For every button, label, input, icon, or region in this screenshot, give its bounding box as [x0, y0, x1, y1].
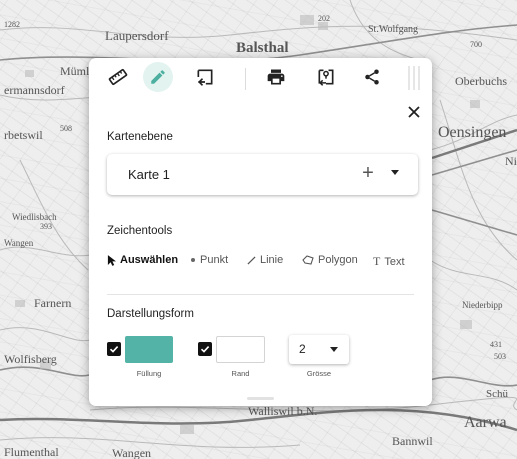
- location-button[interactable]: [311, 62, 341, 92]
- share-icon: [365, 69, 379, 85]
- tool-point[interactable]: Punkt: [190, 254, 228, 266]
- size-dropdown-icon: [330, 347, 338, 352]
- map-place-label: Wolfisberg: [4, 352, 57, 366]
- pencil-icon: [151, 70, 165, 84]
- tool-point-label: Punkt: [200, 254, 229, 266]
- map-place-label: rbetswil: [4, 128, 43, 142]
- map-place-label: Aarwa: [464, 414, 507, 431]
- tools-section-title: Zeichentools: [107, 225, 173, 237]
- map-height-label: 1282: [4, 20, 20, 29]
- drag-grip[interactable]: [408, 66, 420, 90]
- map-place-label: Walliswil b.N.: [248, 404, 318, 418]
- map-place-label: ermannsdorf: [4, 83, 65, 97]
- tool-select-label: Auswählen: [120, 254, 179, 266]
- check-icon: [109, 346, 119, 353]
- draw-button[interactable]: [143, 62, 173, 92]
- map-height-label: 700: [470, 40, 482, 49]
- import-button[interactable]: [190, 62, 220, 92]
- ruler-icon: [108, 68, 128, 86]
- location-icon: [318, 69, 334, 86]
- text-icon: T: [373, 254, 381, 268]
- map-height-label: 393: [40, 222, 52, 231]
- map-place-label: Laupersdorf: [105, 28, 169, 43]
- size-label: Grösse: [306, 369, 332, 378]
- map-place-label: Schü: [486, 388, 508, 400]
- tool-text-label: Text: [384, 255, 405, 268]
- close-button[interactable]: [405, 103, 423, 121]
- point-icon: [191, 258, 195, 262]
- fill-label: Füllung: [136, 369, 162, 378]
- tool-polygon-label: Polygon: [318, 254, 358, 266]
- map-place-label: Farnern: [34, 296, 72, 310]
- map-place-label: Ni: [505, 154, 517, 168]
- import-icon: [197, 69, 213, 86]
- size-select-value: 2: [299, 342, 306, 356]
- check-icon: [200, 346, 210, 353]
- map-place-label: Bannwil: [392, 434, 433, 448]
- measure-button[interactable]: [103, 62, 133, 92]
- size-select[interactable]: 2: [289, 335, 349, 364]
- map-place-label: Niederbipp: [462, 300, 503, 310]
- tool-text[interactable]: T Text: [373, 254, 405, 269]
- map-place-label: Flumenthal: [4, 445, 59, 459]
- cursor-icon: [107, 254, 116, 266]
- map-place-label: Oberbuchs: [455, 74, 507, 88]
- layer-select-value: Karte 1: [128, 167, 170, 182]
- map-height-label: 202: [318, 14, 330, 23]
- layer-select[interactable]: Karte 1 +: [107, 154, 418, 195]
- resize-handle[interactable]: [247, 397, 274, 400]
- share-button[interactable]: [357, 62, 387, 92]
- layer-section-title: Kartenebene: [107, 131, 173, 143]
- map-place-label: Wangen: [112, 446, 152, 459]
- border-label: Rand: [231, 369, 250, 378]
- section-divider: [107, 294, 414, 295]
- toolbar-separator: [245, 68, 246, 90]
- border-checkbox[interactable]: [198, 342, 212, 356]
- border-color-swatch[interactable]: [216, 336, 265, 363]
- add-layer-button[interactable]: +: [360, 163, 376, 183]
- tool-polygon[interactable]: Polygon: [302, 254, 358, 266]
- polygon-icon: [302, 255, 314, 265]
- close-icon: [408, 106, 420, 118]
- fill-checkbox[interactable]: [107, 342, 121, 356]
- print-button[interactable]: [261, 62, 291, 92]
- map-place-label: Balsthal: [236, 40, 289, 56]
- layer-dropdown-icon[interactable]: [391, 170, 399, 175]
- print-icon: [267, 69, 285, 85]
- style-section-title: Darstellungsform: [107, 308, 194, 320]
- map-height-label: 431: [490, 340, 502, 349]
- map-height-label: 503: [494, 352, 506, 361]
- map-place-label: Wangen: [4, 238, 34, 248]
- map-place-label: Wiedlisbach: [12, 212, 57, 222]
- toolbar: [89, 58, 432, 96]
- map-place-label: St.Wolfgang: [368, 24, 419, 35]
- map-place-label: Oensingen: [438, 124, 507, 141]
- tool-line[interactable]: Linie: [247, 254, 283, 266]
- line-icon: [247, 255, 256, 265]
- tool-line-label: Linie: [260, 254, 284, 266]
- map-height-label: 508: [60, 124, 72, 133]
- fill-color-swatch[interactable]: [125, 336, 173, 363]
- tool-select[interactable]: Auswählen: [107, 254, 178, 266]
- drawing-panel: Kartenebene Karte 1 + Zeichentools Auswä…: [89, 58, 432, 406]
